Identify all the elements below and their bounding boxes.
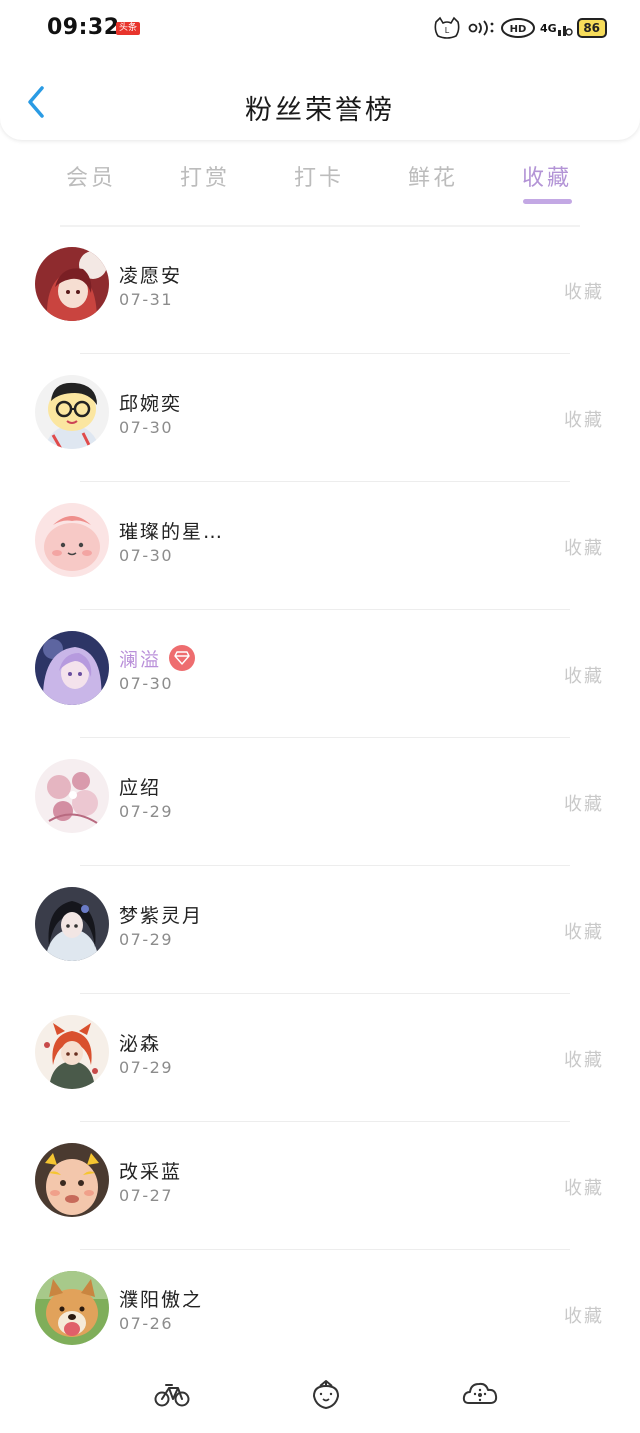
hd-icon: HD [500,16,536,40]
tab-reward[interactable]: 打赏 [165,160,245,192]
fan-date: 07-30 [119,418,173,437]
list-item[interactable]: 泌森 07-29 收藏 [0,994,640,1122]
cloud-flower-icon [462,1382,498,1404]
avatar [35,1015,109,1089]
favorite-action-label: 收藏 [564,1050,604,1071]
cat-icon: L [432,16,462,40]
bottom-nav-item-strawberry[interactable] [306,1374,346,1414]
list-item[interactable]: 凌愿安 07-31 收藏 [0,226,640,354]
tab-bar: 会员 打赏 打卡 鲜花 收藏 [0,150,640,210]
avatar [35,1143,109,1217]
strawberry-icon [312,1380,340,1410]
fan-name: 澜溢 [119,648,162,671]
list-item[interactable]: 濮阳傲之 07-26 收藏 [0,1250,640,1378]
favorite-action-label: 收藏 [564,538,604,559]
bottom-nav [0,1360,640,1433]
fan-date: 07-30 [119,674,173,693]
bicycle-icon [154,1384,190,1407]
fan-name: 凌愿安 [119,264,183,287]
avatar [35,503,109,577]
fan-name: 应绍 [119,776,162,799]
avatar [35,759,109,833]
vip-badge [169,645,196,671]
fan-date: 07-29 [119,802,173,821]
fan-name: 泌森 [119,1032,162,1055]
nav-bar: 粉丝荣誉榜 [0,68,640,138]
header: 09:32 头条 L HD 4G 86 粉丝荣誉榜 [0,0,640,140]
avatar [35,887,109,961]
list-item[interactable]: 邱婉奕 07-30 收藏 [0,354,640,482]
active-tab-indicator [523,199,572,204]
tab-flowers[interactable]: 鲜花 [393,160,473,192]
fan-date: 07-27 [119,1186,173,1205]
list-item[interactable]: 应绍 07-29 收藏 [0,738,640,866]
list-item[interactable]: 改采蓝 07-27 收藏 [0,1122,640,1250]
fan-date: 07-30 [119,546,173,565]
favorite-action-label: 收藏 [564,1306,604,1327]
status-icons: L HD 4G 86 [432,15,607,41]
fan-name: 梦紫灵月 [119,904,204,927]
network-icon: 4G [540,16,573,40]
tab-checkin[interactable]: 打卡 [279,160,359,192]
svg-text:L: L [445,26,450,35]
favorite-action-label: 收藏 [564,794,604,815]
fan-name: 改采蓝 [119,1160,183,1183]
svg-text:HD: HD [510,24,527,35]
bottom-nav-item-cloud[interactable] [460,1374,500,1414]
notification-badge: 头条 [116,22,141,35]
list-item[interactable]: 梦紫灵月 07-29 收藏 [0,866,640,994]
avatar [35,631,109,705]
favorite-action-label: 收藏 [564,922,604,943]
list-item[interactable]: 璀璨的星… 07-30 收藏 [0,482,640,610]
list-item[interactable]: 澜溢 07-30 收藏 [0,610,640,738]
avatar [35,247,109,321]
bottom-nav-item-bicycle[interactable] [152,1374,192,1414]
favorite-action-label: 收藏 [564,666,604,687]
page-title: 粉丝荣誉榜 [245,95,395,126]
fan-date: 07-26 [119,1314,173,1333]
favorite-action-label: 收藏 [564,410,604,431]
favorite-action-label: 收藏 [564,1178,604,1199]
tab-membership[interactable]: 会员 [51,160,131,192]
diamond-icon [174,651,190,665]
network-label: 4G [540,21,557,35]
tab-favorites[interactable]: 收藏 [507,160,587,192]
status-bar: 09:32 头条 L HD 4G 86 [0,0,640,56]
fan-name: 璀璨的星… [119,520,225,543]
fan-date: 07-31 [119,290,173,309]
fan-date: 07-29 [119,930,173,949]
avatar [35,1271,109,1345]
fan-date: 07-29 [119,1058,173,1077]
favorite-action-label: 收藏 [564,282,604,303]
fan-name: 邱婉奕 [119,392,183,415]
avatar [35,375,109,449]
fan-name: 濮阳傲之 [119,1288,204,1311]
battery-indicator: 86 [576,18,607,38]
status-time: 09:32 [47,15,120,40]
signal-wave-icon [466,16,496,40]
